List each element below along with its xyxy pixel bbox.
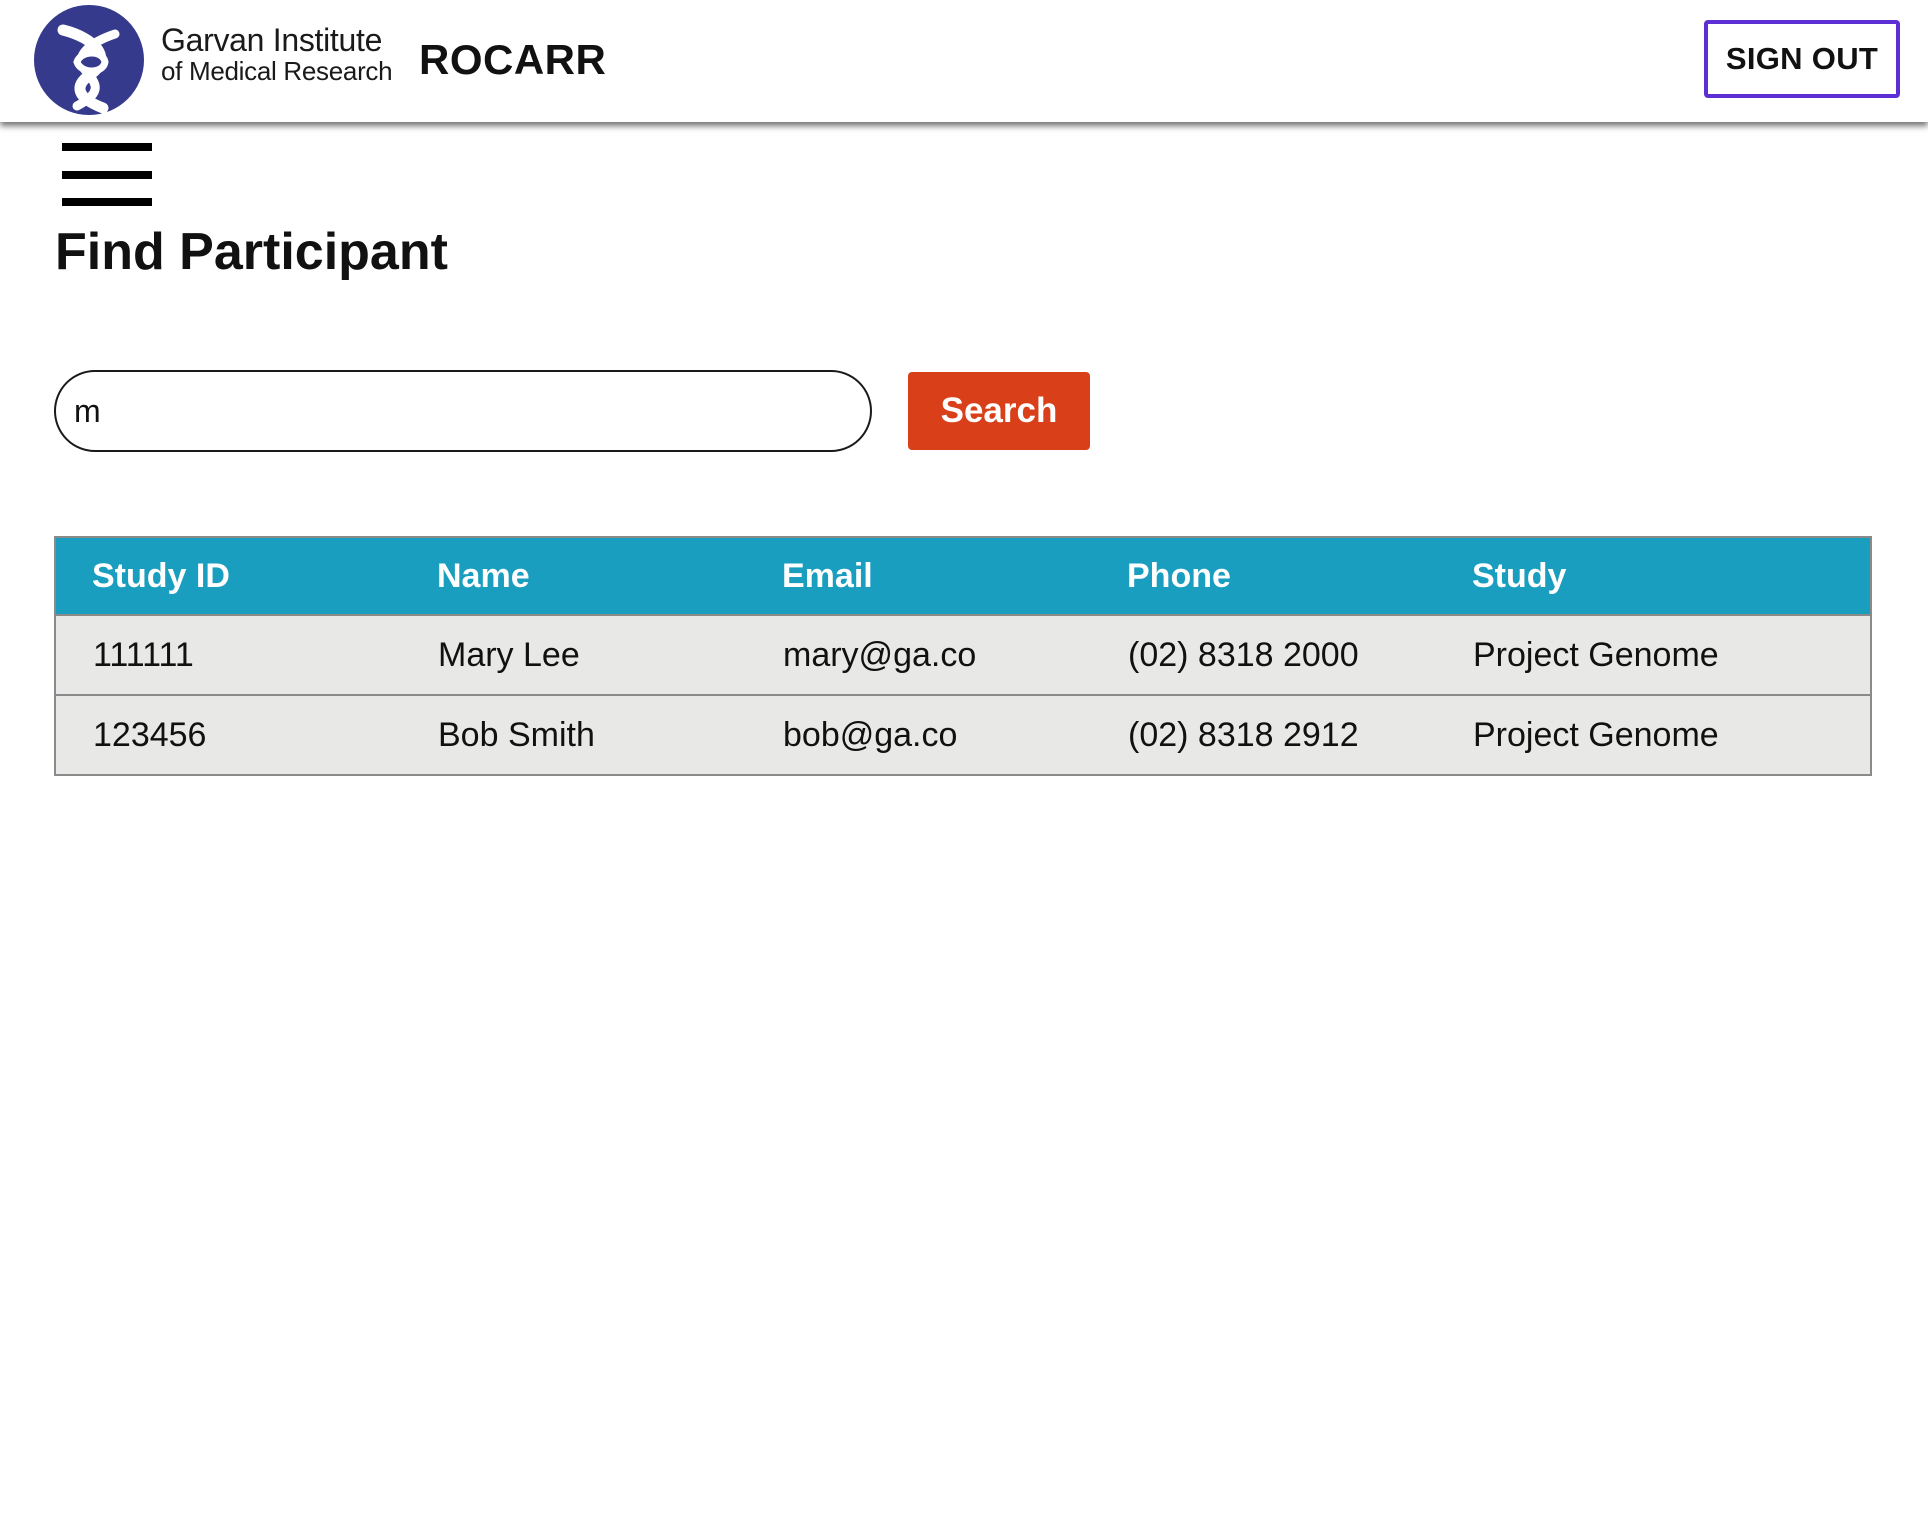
cell-name: Mary Lee <box>438 635 580 674</box>
cell-study-id: 123456 <box>93 715 207 754</box>
column-header-study[interactable]: Study <box>1436 537 1871 615</box>
sign-out-button[interactable]: SIGN OUT <box>1704 20 1900 98</box>
logo-wordmark: Garvan Institute of Medical Research <box>161 22 393 86</box>
column-header-name[interactable]: Name <box>401 537 746 615</box>
cell-email: bob@ga.co <box>783 715 958 754</box>
search-button[interactable]: Search <box>908 372 1090 450</box>
column-header-study-id[interactable]: Study ID <box>55 537 401 615</box>
column-header-email[interactable]: Email <box>746 537 1091 615</box>
page-title: Find Participant <box>55 223 448 281</box>
search-input[interactable] <box>54 370 872 452</box>
results-table: Study ID Name Email Phone Study 111111 M… <box>54 536 1872 776</box>
table-header-row: Study ID Name Email Phone Study <box>55 537 1871 615</box>
table-row[interactable]: 123456 Bob Smith bob@ga.co (02) 8318 291… <box>55 695 1871 775</box>
hamburger-menu-icon[interactable] <box>62 143 152 207</box>
top-header: Garvan Institute of Medical Research ROC… <box>0 0 1928 122</box>
table-row[interactable]: 111111 Mary Lee mary@ga.co (02) 8318 200… <box>55 615 1871 695</box>
cell-name: Bob Smith <box>438 715 595 754</box>
garvan-logo-icon[interactable] <box>33 4 145 116</box>
app-title: ROCARR <box>419 36 607 83</box>
cell-study: Project Genome <box>1473 635 1719 674</box>
cell-study: Project Genome <box>1473 715 1719 754</box>
cell-study-id: 111111 <box>93 635 194 674</box>
cell-email: mary@ga.co <box>783 635 977 674</box>
logo-line-1: Garvan Institute <box>161 22 383 58</box>
cell-phone: (02) 8318 2000 <box>1128 635 1359 674</box>
cell-phone: (02) 8318 2912 <box>1128 715 1359 754</box>
menu-bar <box>62 171 152 179</box>
column-header-phone[interactable]: Phone <box>1091 537 1436 615</box>
logo-line-2: of Medical Research <box>161 56 393 86</box>
menu-bar <box>62 198 152 206</box>
menu-bar <box>62 143 152 151</box>
